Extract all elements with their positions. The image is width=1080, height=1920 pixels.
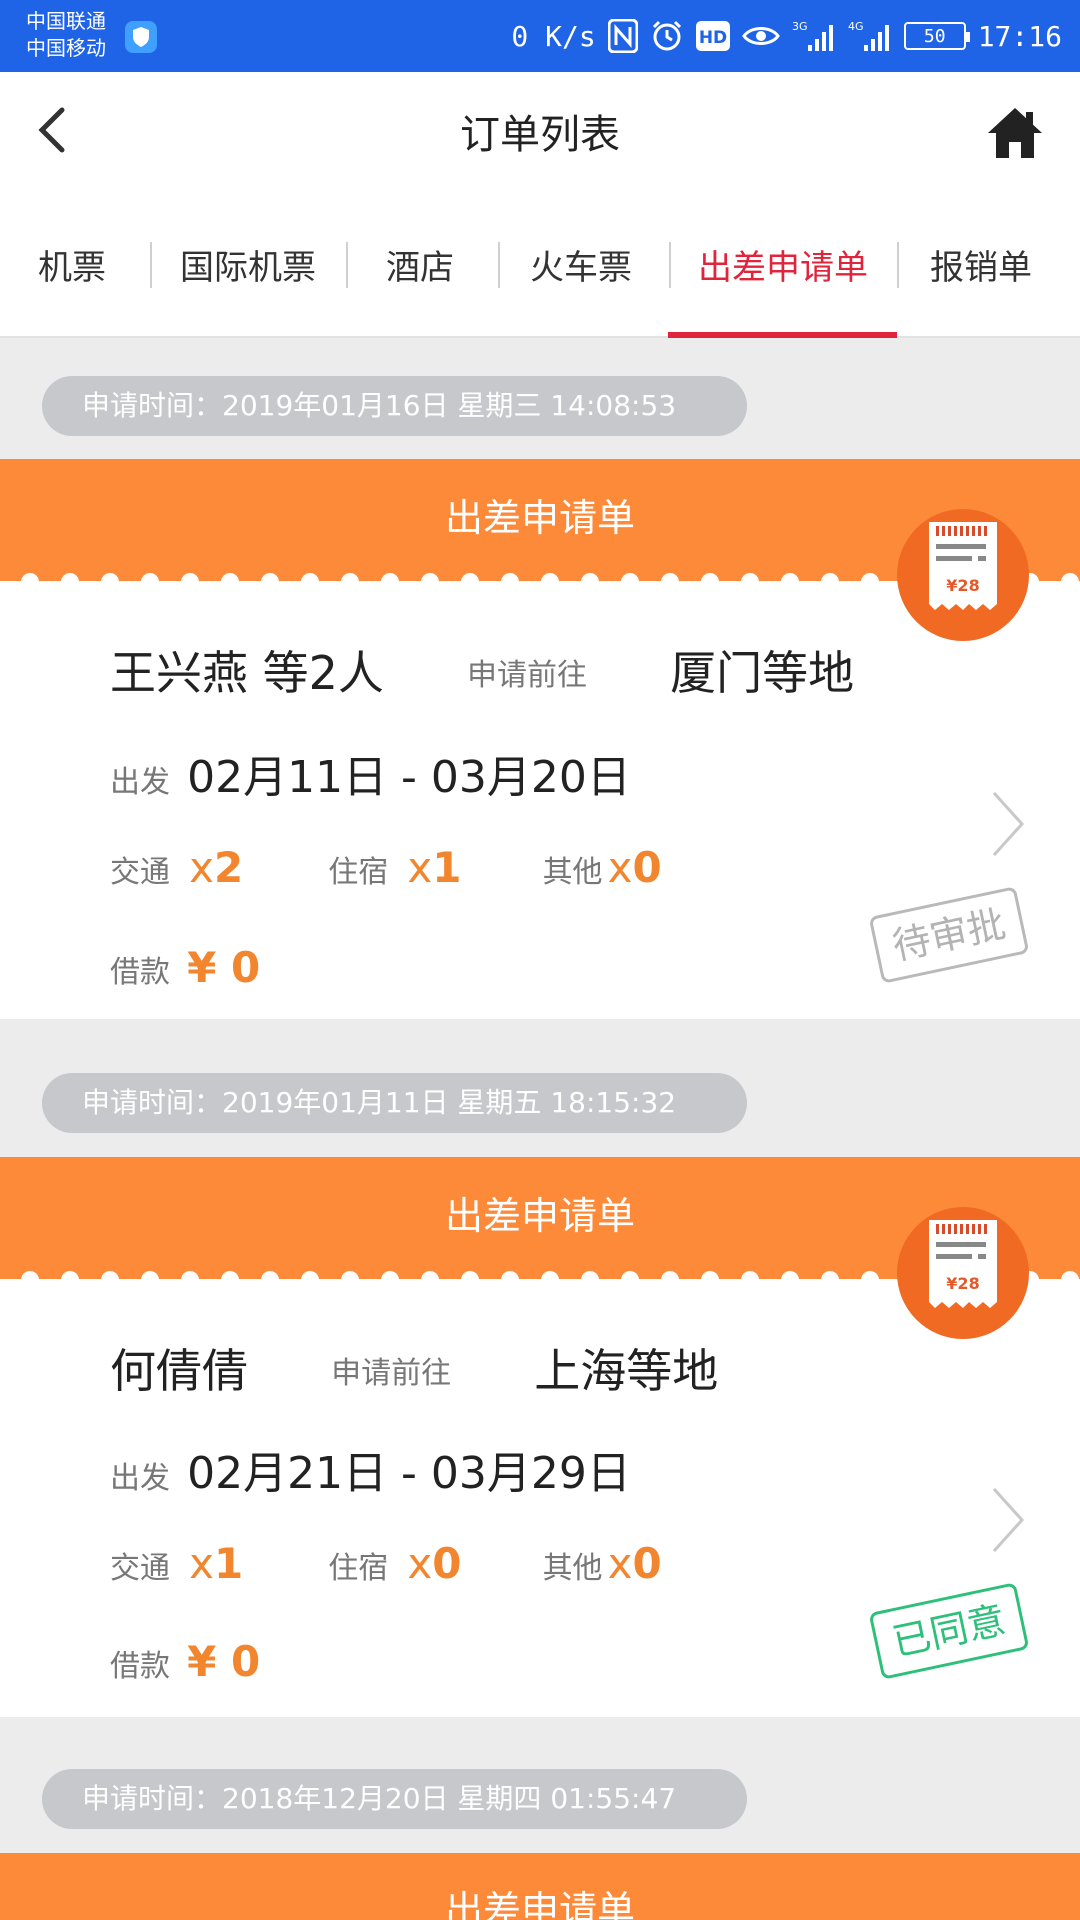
tab-reimbursement[interactable]: 报销单 — [930, 240, 1032, 289]
hotel-count-prefix: x — [407, 1539, 433, 1588]
order-banner[interactable]: 出差申请单 — [0, 1853, 1080, 1920]
hotel-count-prefix: x — [407, 843, 433, 892]
signal-3g-icon: 3G — [792, 20, 833, 51]
other-count-prefix: x — [607, 843, 633, 892]
order-summary-row: 何倩倩 申请前往 上海等地 — [110, 1335, 718, 1401]
other-count: 0 — [632, 843, 662, 892]
network-1: 3G — [792, 20, 808, 33]
hotel-count: 0 — [432, 1539, 462, 1588]
apply-time-pill: 申请时间：2018年12月20日 星期四 01:55:47 — [42, 1769, 747, 1829]
loan-row: 借款 ¥ 0 — [110, 943, 260, 992]
chevron-right-icon[interactable] — [988, 1485, 1028, 1555]
order-summary-row: 王兴燕 等2人 申请前往 厦门等地 — [110, 637, 854, 703]
tab-flight[interactable]: 机票 — [38, 240, 106, 289]
traffic-label: 交通 — [110, 855, 170, 890]
tab-train[interactable]: 火车票 — [530, 240, 632, 289]
nfc-icon — [607, 19, 638, 53]
tab-divider — [150, 242, 152, 288]
depart-label: 出发 — [110, 1461, 170, 1496]
shield-icon — [125, 21, 157, 53]
depart-label: 出发 — [110, 765, 170, 800]
tab-divider — [346, 242, 348, 288]
other-count-prefix: x — [607, 1539, 633, 1588]
eye-comfort-icon — [741, 27, 780, 45]
page-title: 订单列表 — [460, 112, 620, 158]
applicant-name: 王兴燕 等2人 — [110, 646, 384, 700]
tab-travel-application[interactable]: 出差申请单 — [698, 240, 868, 289]
hotel-count: 1 — [432, 843, 462, 892]
other-label: 其他 — [542, 855, 603, 890]
counts-row: 交通 x1 住宿 x0 其他 x0 — [110, 1539, 662, 1588]
loan-row: 借款 ¥ 0 — [110, 1637, 260, 1686]
status-stamp: 待审批 — [868, 886, 1030, 984]
traffic-count-prefix: x — [189, 1539, 214, 1588]
network-2: 4G — [848, 20, 864, 33]
battery-level: 50 — [923, 25, 946, 47]
alarm-icon — [652, 20, 681, 51]
loan-value: ¥ 0 — [187, 1637, 261, 1686]
clock: 17:16 — [977, 19, 1062, 53]
hotel-label: 住宿 — [328, 855, 389, 890]
apply-time-pill: 申请时间：2019年01月11日 星期五 18:15:32 — [42, 1073, 747, 1133]
traffic-count: 1 — [213, 1539, 244, 1588]
active-tab-indicator — [668, 332, 897, 338]
app-header: 订单列表 — [0, 72, 1080, 190]
signal-4g-icon: 4G — [848, 20, 889, 51]
traffic-count: 2 — [213, 843, 244, 892]
other-count: 0 — [632, 1539, 662, 1588]
traffic-count-prefix: x — [189, 843, 214, 892]
receipt-icon: ¥28 — [897, 1207, 1029, 1339]
order-card[interactable]: 王兴燕 等2人 申请前往 厦门等地 出发 02月11日 - 03月20日 交通 … — [0, 581, 1080, 1019]
tab-divider — [498, 242, 500, 288]
receipt-amount: ¥28 — [946, 576, 979, 595]
chevron-right-icon[interactable] — [988, 789, 1028, 859]
hd-icon: HD — [695, 21, 730, 51]
date-row: 出发 02月11日 - 03月20日 — [110, 741, 631, 805]
travel-dates: 02月11日 - 03月20日 — [187, 752, 631, 803]
traffic-label: 交通 — [110, 1551, 170, 1586]
tab-divider — [669, 242, 671, 288]
order-type-tabs: 机票 国际机票 酒店 火车票 出差申请单 报销单 — [0, 190, 1080, 338]
loan-value: ¥ 0 — [187, 943, 261, 992]
applicant-name: 何倩倩 — [110, 1344, 248, 1398]
tab-hotel[interactable]: 酒店 — [386, 240, 454, 289]
travel-dates: 02月21日 - 03月29日 — [187, 1448, 631, 1499]
destination-label: 申请前往 — [331, 1356, 452, 1391]
destination: 厦门等地 — [670, 646, 855, 700]
apply-time-pill: 申请时间：2019年01月16日 星期三 14:08:53 — [42, 376, 747, 436]
carrier-info: 中国联通 中国移动 — [26, 8, 106, 62]
receipt-icon: ¥28 — [897, 509, 1029, 641]
carrier-2: 中国移动 — [26, 36, 106, 60]
status-stamp: 已同意 — [868, 1582, 1030, 1680]
tab-intl-flight[interactable]: 国际机票 — [180, 240, 316, 289]
net-speed: 0 K/s — [511, 19, 596, 53]
home-icon — [988, 108, 1042, 158]
counts-row: 交通 x2 住宿 x1 其他 x0 — [110, 843, 662, 892]
receipt-amount: ¥28 — [946, 1274, 979, 1293]
destination-label: 申请前往 — [466, 658, 587, 693]
svg-text:HD: HD — [699, 28, 727, 48]
status-bar: 中国联通 中国移动 0 K/s HD 3G 4G 50 17:16 — [0, 0, 1080, 72]
tab-divider — [897, 242, 899, 288]
hotel-label: 住宿 — [328, 1551, 389, 1586]
carrier-1: 中国联通 — [26, 9, 106, 33]
banner-title: 出差申请单 — [444, 1888, 635, 1920]
other-label: 其他 — [542, 1551, 603, 1586]
battery-icon: 50 — [903, 22, 970, 50]
date-row: 出发 02月21日 - 03月29日 — [110, 1437, 631, 1501]
home-button[interactable] — [986, 106, 1044, 160]
destination: 上海等地 — [534, 1344, 719, 1398]
order-card[interactable]: 何倩倩 申请前往 上海等地 出发 02月21日 - 03月29日 交通 x1 住… — [0, 1279, 1080, 1717]
loan-label: 借款 — [110, 955, 170, 990]
loan-label: 借款 — [110, 1649, 170, 1684]
